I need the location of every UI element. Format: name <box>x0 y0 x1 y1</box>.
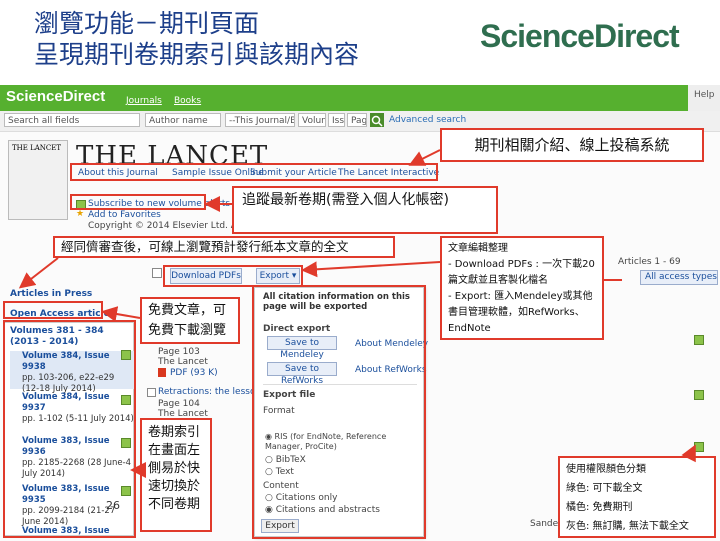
arrow-journal-intro <box>408 149 441 166</box>
arrow-peer-review <box>18 257 59 289</box>
arrow-access-legend <box>681 444 696 463</box>
callout-arrows <box>18 149 696 478</box>
arrow-free-articles <box>101 306 141 322</box>
arrow-citation-management <box>301 261 441 278</box>
